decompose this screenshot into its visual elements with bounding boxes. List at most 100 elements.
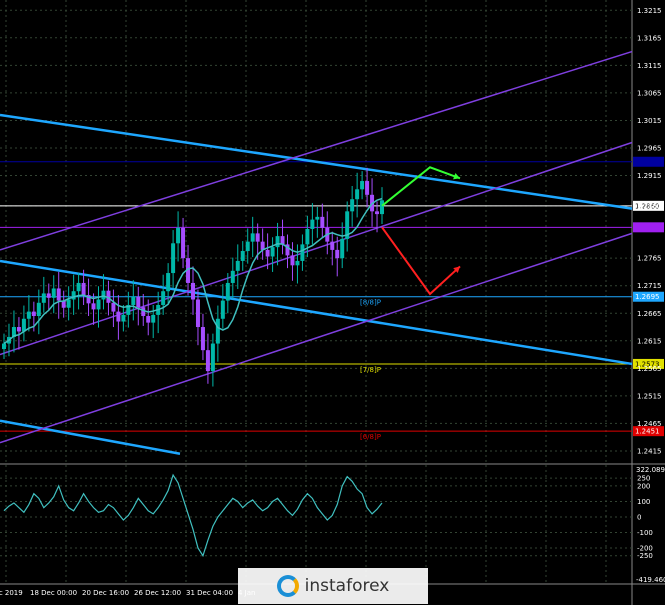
candle-body bbox=[320, 216, 325, 228]
price-tick-label: 1.2765 bbox=[637, 255, 662, 263]
candle-body bbox=[26, 311, 31, 319]
level-label: 1.2695 bbox=[635, 293, 660, 301]
candle-body bbox=[36, 302, 41, 317]
level-label-box bbox=[633, 222, 664, 233]
candle-body bbox=[250, 233, 255, 242]
cci-bottom-label: -419.4600 bbox=[636, 576, 665, 584]
instaforex-watermark: instaforex bbox=[238, 568, 428, 604]
cci-tick-label: 0 bbox=[637, 513, 641, 521]
candle-body bbox=[380, 200, 384, 215]
candle-body bbox=[375, 211, 380, 215]
candle-body bbox=[96, 299, 101, 310]
candle-body bbox=[290, 255, 295, 266]
candle-body bbox=[315, 216, 320, 220]
candle-body bbox=[265, 249, 270, 257]
price-tick-label: 1.2915 bbox=[637, 172, 662, 180]
cci-top-label: 322.0896 bbox=[636, 466, 665, 474]
instaforex-logo-icon bbox=[276, 575, 299, 597]
candle-body bbox=[365, 181, 370, 195]
channel-line bbox=[0, 232, 633, 444]
price-tick-label: 1.2565 bbox=[637, 365, 662, 373]
cci-indicator: 322.0896-419.46002502001000-100-200-250 bbox=[0, 466, 665, 584]
candle-body bbox=[16, 327, 21, 332]
time-label: 31 Dec 04:00 bbox=[186, 589, 233, 597]
channel-lines bbox=[0, 50, 633, 455]
candle-body bbox=[360, 181, 365, 190]
candle-body bbox=[215, 318, 220, 344]
price-tick-label: 1.2860 bbox=[637, 202, 662, 210]
candle-body bbox=[280, 236, 285, 245]
cci-line bbox=[3, 473, 383, 558]
watermark-text: instaforex bbox=[304, 576, 390, 596]
candle-body bbox=[235, 260, 240, 271]
murrey-label: [7/8]P bbox=[360, 366, 381, 374]
candle-body bbox=[245, 241, 250, 252]
cci-tick-label: -250 bbox=[637, 552, 653, 560]
candle-body bbox=[66, 299, 71, 308]
candle-body bbox=[230, 270, 235, 283]
candle-body bbox=[295, 260, 300, 266]
candle-body bbox=[46, 293, 51, 298]
candle-body bbox=[200, 327, 205, 351]
candle-body bbox=[121, 314, 126, 322]
candle-body bbox=[41, 293, 46, 303]
price-tick-label: 1.3015 bbox=[637, 117, 662, 125]
candle-body bbox=[350, 199, 355, 212]
candle-body bbox=[136, 296, 141, 308]
candle-body bbox=[81, 282, 86, 296]
channel-line bbox=[0, 419, 181, 455]
time-label: 26 Dec 12:00 bbox=[134, 589, 181, 597]
channel-line bbox=[0, 50, 633, 251]
candle-body bbox=[31, 311, 36, 317]
price-tick-label: 1.2615 bbox=[637, 337, 662, 345]
candle-body bbox=[300, 244, 305, 261]
candle-body bbox=[146, 316, 151, 323]
price-tick-label: 1.2465 bbox=[637, 420, 662, 428]
channel-line bbox=[0, 141, 633, 356]
candle-body bbox=[56, 288, 61, 301]
candle-body bbox=[270, 247, 275, 257]
price-tick-label: 1.3165 bbox=[637, 34, 662, 42]
candle-body bbox=[2, 343, 6, 350]
price-tick-label: 1.3215 bbox=[637, 7, 662, 15]
price-tick-label: 1.2965 bbox=[637, 144, 662, 152]
candles bbox=[2, 167, 384, 387]
candle-body bbox=[91, 303, 96, 310]
candle-body bbox=[131, 296, 136, 305]
candle-body bbox=[210, 343, 215, 372]
candle-body bbox=[335, 249, 340, 259]
candle-body bbox=[310, 219, 315, 229]
candle-body bbox=[161, 291, 166, 305]
candle-body bbox=[111, 302, 116, 312]
price-tick-label: 1.2415 bbox=[637, 447, 662, 455]
cci-tick-label: 200 bbox=[637, 482, 650, 490]
candle-body bbox=[330, 241, 335, 250]
price-chart[interactable]: 1.28601.2695[8/8]P1.2573[7/8]P1.2451[6/8… bbox=[0, 0, 665, 605]
candle-body bbox=[176, 227, 181, 244]
channel-line bbox=[0, 259, 633, 366]
forecast-arrows bbox=[381, 166, 461, 296]
time-label: 13 Dec 2019 bbox=[0, 589, 23, 597]
candle-body bbox=[181, 227, 186, 259]
candle-body bbox=[171, 243, 176, 274]
murrey-label: [6/8]P bbox=[360, 433, 381, 441]
candle-body bbox=[51, 288, 56, 298]
forecast-arrow-down bbox=[381, 226, 461, 296]
price-tick-label: 1.2665 bbox=[637, 310, 662, 318]
candle-body bbox=[21, 318, 26, 332]
level-label: 1.2451 bbox=[635, 428, 660, 436]
candle-body bbox=[116, 311, 121, 322]
candle-body bbox=[225, 282, 230, 301]
price-tick-label: 1.3065 bbox=[637, 89, 662, 97]
price-tick-label: 1.3115 bbox=[637, 62, 662, 70]
cci-tick-label: -100 bbox=[637, 529, 653, 537]
candle-body bbox=[71, 291, 76, 300]
price-tick-label: 1.2715 bbox=[637, 282, 662, 290]
candle-body bbox=[305, 228, 310, 245]
level-label-box bbox=[633, 156, 664, 167]
candle-body bbox=[101, 290, 106, 300]
candle-body bbox=[255, 233, 260, 242]
candle-body bbox=[240, 251, 245, 261]
cci-tick-label: 100 bbox=[637, 498, 650, 506]
candle-body bbox=[166, 273, 171, 292]
